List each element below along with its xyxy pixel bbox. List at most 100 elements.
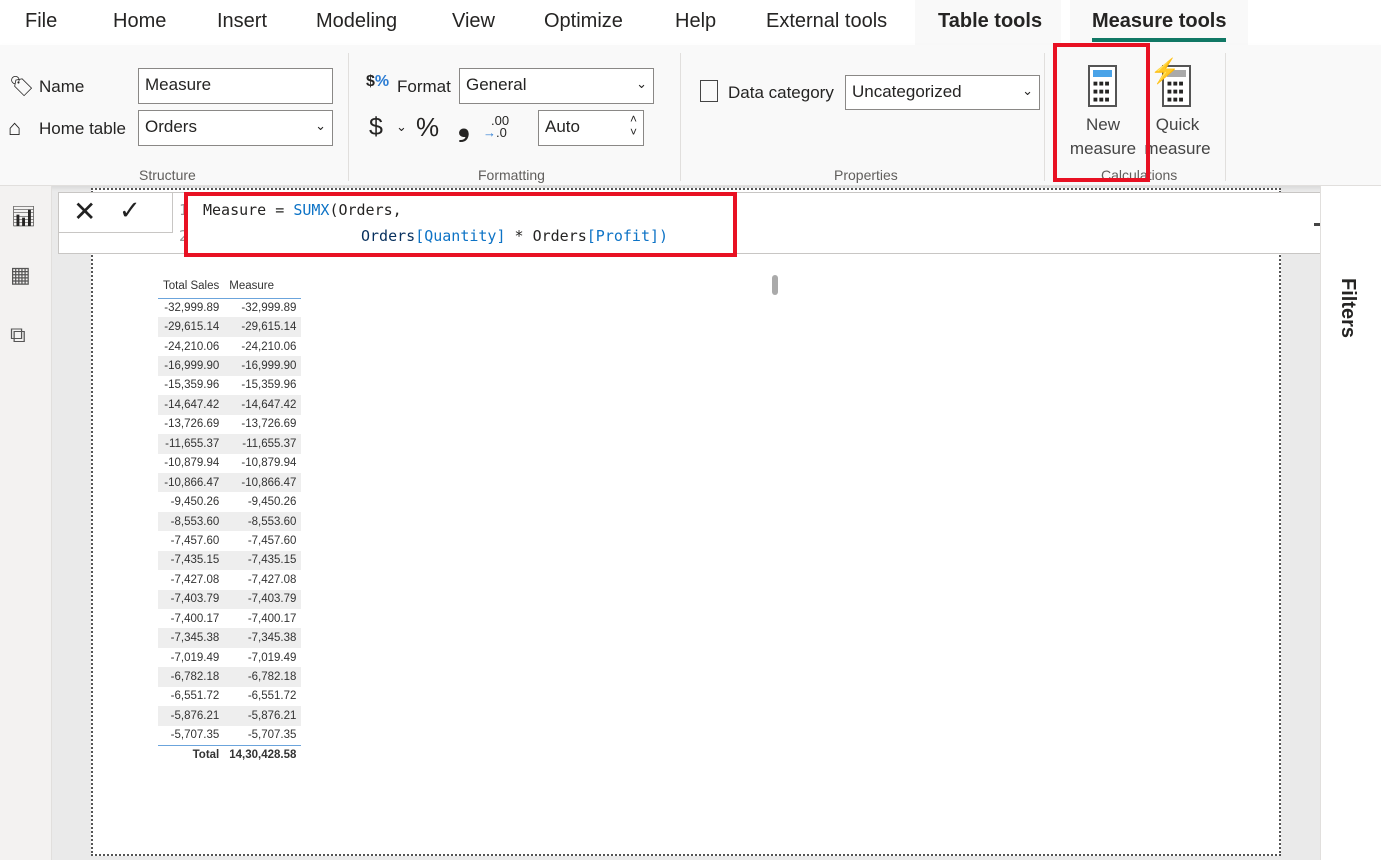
group-structure: Structure [139,167,196,183]
report-view-icon[interactable]: 📊︎ [11,204,36,229]
home-icon: ⌂ [8,115,21,141]
tab-table-tools[interactable]: Table tools [938,10,1042,33]
table-row: -8,553.60-8,553.60 [158,512,301,531]
tag-icon: 🏷︎ [9,74,34,99]
divider [1225,53,1226,181]
table-cell: -32,999.89 [224,298,301,317]
name-input[interactable]: Measure [138,68,333,104]
table-cell: -14,647.42 [224,395,301,414]
commit-button[interactable]: ✓ [119,195,141,226]
table-cell: -7,403.79 [224,590,301,609]
table-cell: -7,345.38 [224,628,301,647]
table-cell: -11,655.37 [158,434,224,453]
table-row: -5,876.21-5,876.21 [158,706,301,725]
table-cell: -6,551.72 [224,687,301,706]
format-select[interactable]: General⌄ [459,68,654,104]
chevron-down-icon: ⌄ [636,76,647,92]
divider [680,53,681,181]
table-cell: -7,019.49 [224,648,301,667]
table-row: -10,866.47-10,866.47 [158,473,301,492]
table-cell: -9,450.26 [158,492,224,511]
table-row: -7,427.08-7,427.08 [158,570,301,589]
group-properties: Properties [834,167,898,183]
spin-arrows-icon[interactable]: ˄˅ [630,113,637,139]
home-table-select[interactable]: Orders⌄ [138,110,333,146]
data-category-value: Uncategorized [852,82,962,101]
table-row: -5,707.35-5,707.35 [158,726,301,745]
table-row: -7,345.38-7,345.38 [158,628,301,647]
ribbon-tabs: File Home Insert Modeling View Optimize … [0,0,1381,45]
highlight-formula [184,192,737,257]
resize-handle[interactable] [772,275,778,295]
table-cell: -16,999.90 [158,356,224,375]
ribbon: 🏷︎ Name Measure ⌂ Home table Orders⌄ Str… [0,45,1381,186]
table-cell: -14,647.42 [158,395,224,414]
tab-insert[interactable]: Insert [217,10,267,33]
tab-home[interactable]: Home [113,10,166,33]
table-cell: -7,019.49 [158,648,224,667]
quick-measure-label-1: Quick [1156,115,1199,134]
table-cell: -5,707.35 [158,726,224,745]
table-cell: -7,457.60 [158,531,224,550]
chevron-down-icon[interactable]: ⌄ [396,119,407,135]
table-cell: -6,782.18 [158,667,224,686]
table-cell: -24,210.06 [224,337,301,356]
table-cell: -5,876.21 [224,706,301,725]
table-cell: -5,876.21 [158,706,224,725]
table-cell: -7,400.17 [224,609,301,628]
name-label: Name [39,77,84,97]
table-cell: -9,450.26 [224,492,301,511]
table-cell: -8,553.60 [224,512,301,531]
divider [1044,53,1045,181]
tab-modeling[interactable]: Modeling [316,10,397,33]
currency-button[interactable]: $ [369,113,383,142]
table-cell: -10,866.47 [224,473,301,492]
table-cell: -15,359.96 [224,376,301,395]
tab-measure-tools[interactable]: Measure tools [1092,10,1226,33]
table-cell: -10,879.94 [224,454,301,473]
chevron-down-icon: ⌄ [315,118,326,134]
table-cell: -24,210.06 [158,337,224,356]
table-cell: -10,866.47 [158,473,224,492]
table-row: -14,647.42-14,647.42 [158,395,301,414]
filters-pane[interactable]: Filters [1320,186,1381,860]
table-cell: -29,615.14 [224,317,301,336]
column-header[interactable]: Measure [224,274,301,298]
tab-optimize[interactable]: Optimize [544,10,623,33]
tab-help[interactable]: Help [675,10,716,33]
cancel-button[interactable]: ✕ [73,195,96,228]
table-row: -32,999.89-32,999.89 [158,298,301,317]
decimal-icon[interactable]: .00→.0 [483,115,509,139]
comma-button[interactable]: ❟ [458,109,470,143]
table-row: -7,435.15-7,435.15 [158,551,301,570]
table-view-icon[interactable]: ▦ [10,262,31,288]
table-row: -7,457.60-7,457.60 [158,531,301,550]
data-category-select[interactable]: Uncategorized⌄ [845,75,1040,110]
tab-view[interactable]: View [452,10,495,33]
table-row: -29,615.14-29,615.14 [158,317,301,336]
total-row: Total14,30,428.58 [158,745,301,765]
data-category-icon [700,80,718,102]
quick-measure-label-2: measure [1144,139,1210,158]
decimal-places-stepper[interactable]: Auto˄˅ [538,110,644,146]
table-row: -24,210.06-24,210.06 [158,337,301,356]
table-cell: -7,345.38 [158,628,224,647]
total-label: Total [158,745,224,765]
table-row: -7,019.49-7,019.49 [158,648,301,667]
table-row: -16,999.90-16,999.90 [158,356,301,375]
table-row: -9,450.26-9,450.26 [158,492,301,511]
column-header[interactable]: Total Sales [158,274,224,298]
table-row: -6,782.18-6,782.18 [158,667,301,686]
table-cell: -7,435.15 [158,551,224,570]
divider [348,53,349,181]
tab-file[interactable]: File [25,10,57,33]
table-cell: -10,879.94 [158,454,224,473]
group-formatting: Formatting [478,167,545,183]
quick-measure-button[interactable]: ■■■■■■■■■ ⚡ Quickmeasure [1140,53,1215,163]
tab-external-tools[interactable]: External tools [766,10,887,33]
filters-label[interactable]: Filters [1336,278,1359,338]
model-view-icon[interactable]: ⧉ [10,322,26,348]
table-cell: -29,615.14 [158,317,224,336]
percent-button[interactable]: % [416,112,439,143]
table-cell: -5,707.35 [224,726,301,745]
